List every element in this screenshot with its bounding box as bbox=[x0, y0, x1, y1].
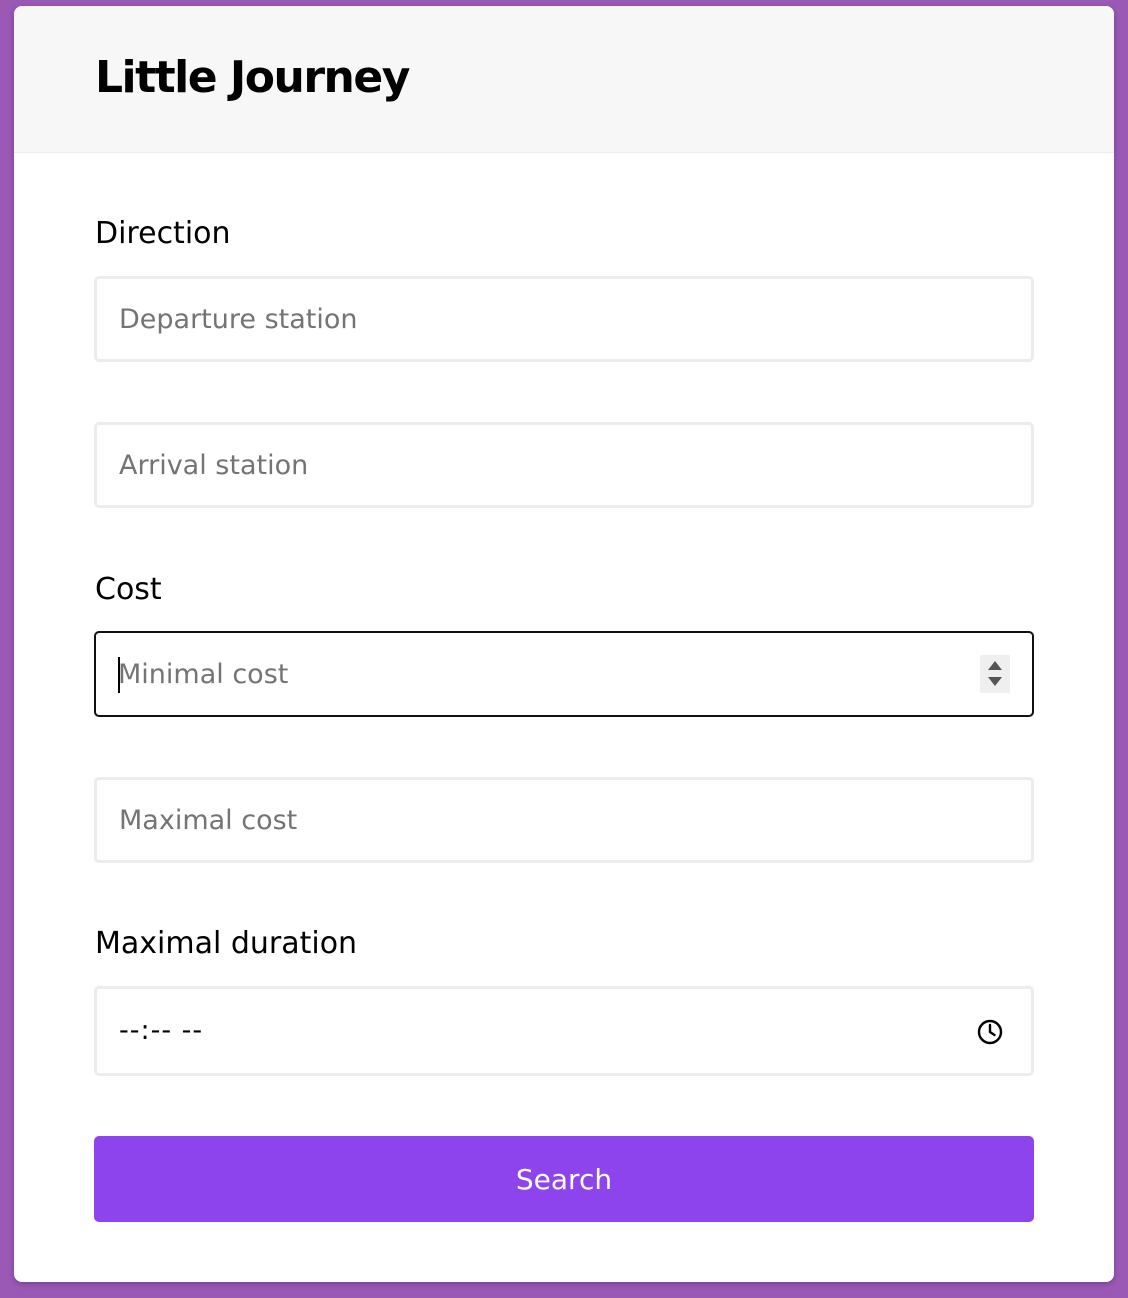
app-title: Little Journey bbox=[95, 52, 410, 103]
maximal-duration-label: Maximal duration bbox=[95, 926, 358, 961]
minimal-cost-input[interactable] bbox=[96, 633, 1032, 715]
departure-station-field bbox=[94, 276, 1034, 362]
arrival-station-field bbox=[94, 422, 1034, 508]
minimal-cost-field bbox=[94, 631, 1034, 717]
duration-time-value[interactable]: --:-- -- bbox=[119, 1013, 203, 1049]
spin-up-arrow-icon[interactable] bbox=[988, 661, 1002, 670]
maximal-duration-field[interactable]: --:-- -- bbox=[94, 986, 1034, 1076]
direction-label: Direction bbox=[95, 216, 231, 251]
search-form-card: Little Journey Direction Cost Maximal du… bbox=[14, 6, 1114, 1282]
clock-icon[interactable] bbox=[975, 1017, 1005, 1047]
number-spinner[interactable] bbox=[980, 655, 1010, 693]
search-button[interactable]: Search bbox=[94, 1136, 1034, 1222]
text-caret bbox=[118, 657, 120, 693]
maximal-cost-field bbox=[94, 777, 1034, 863]
maximal-cost-input[interactable] bbox=[97, 780, 1031, 860]
arrival-station-input[interactable] bbox=[97, 425, 1031, 505]
departure-station-input[interactable] bbox=[97, 279, 1031, 359]
cost-label: Cost bbox=[95, 572, 162, 607]
spin-down-arrow-icon[interactable] bbox=[988, 677, 1002, 686]
card-header: Little Journey bbox=[14, 6, 1114, 153]
